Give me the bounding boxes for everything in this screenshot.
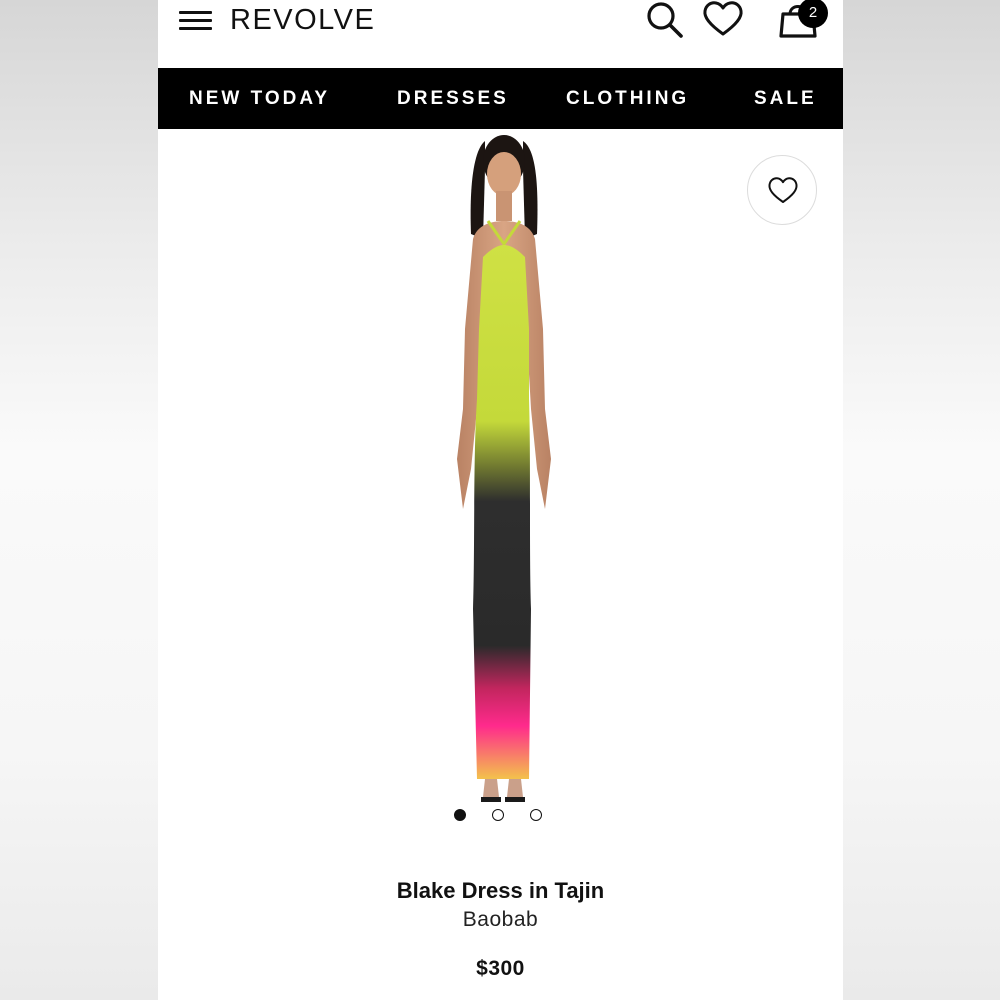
product-title: Blake Dress in Tajin: [396, 878, 605, 903]
blurred-background-right: [843, 0, 1000, 1000]
site-header: REVOLVE 2: [158, 0, 843, 68]
heart-icon[interactable]: [701, 0, 745, 40]
carousel-dots: [454, 809, 554, 823]
carousel-dot-1[interactable]: [454, 809, 466, 821]
product-page: REVOLVE 2 NEW TODAY DRESSES CLOTHING SAL…: [158, 0, 843, 1000]
nav-item-sale[interactable]: SALE: [754, 68, 817, 129]
blurred-background-left: [0, 0, 158, 1000]
product-model-photo: [457, 135, 551, 802]
hamburger-menu-icon[interactable]: [179, 10, 213, 32]
product-image-carousel[interactable]: [158, 129, 843, 844]
bag-count-badge[interactable]: 2: [798, 0, 828, 28]
nav-item-dresses[interactable]: DRESSES: [397, 68, 509, 129]
category-nav: NEW TODAY DRESSES CLOTHING SALE: [158, 68, 843, 129]
nav-item-clothing[interactable]: CLOTHING: [566, 68, 689, 129]
search-icon[interactable]: [644, 0, 688, 40]
screenshot-stage: REVOLVE 2 NEW TODAY DRESSES CLOTHING SAL…: [0, 0, 1000, 1000]
favorite-button[interactable]: [747, 155, 817, 225]
heart-outline-icon: [768, 177, 798, 203]
product-brand[interactable]: Baobab: [158, 908, 843, 932]
site-logo[interactable]: REVOLVE: [230, 2, 375, 38]
carousel-dot-2[interactable]: [492, 809, 504, 821]
product-price: $300: [476, 957, 525, 980]
nav-item-new-today[interactable]: NEW TODAY: [189, 68, 330, 129]
carousel-dot-3[interactable]: [530, 809, 542, 821]
